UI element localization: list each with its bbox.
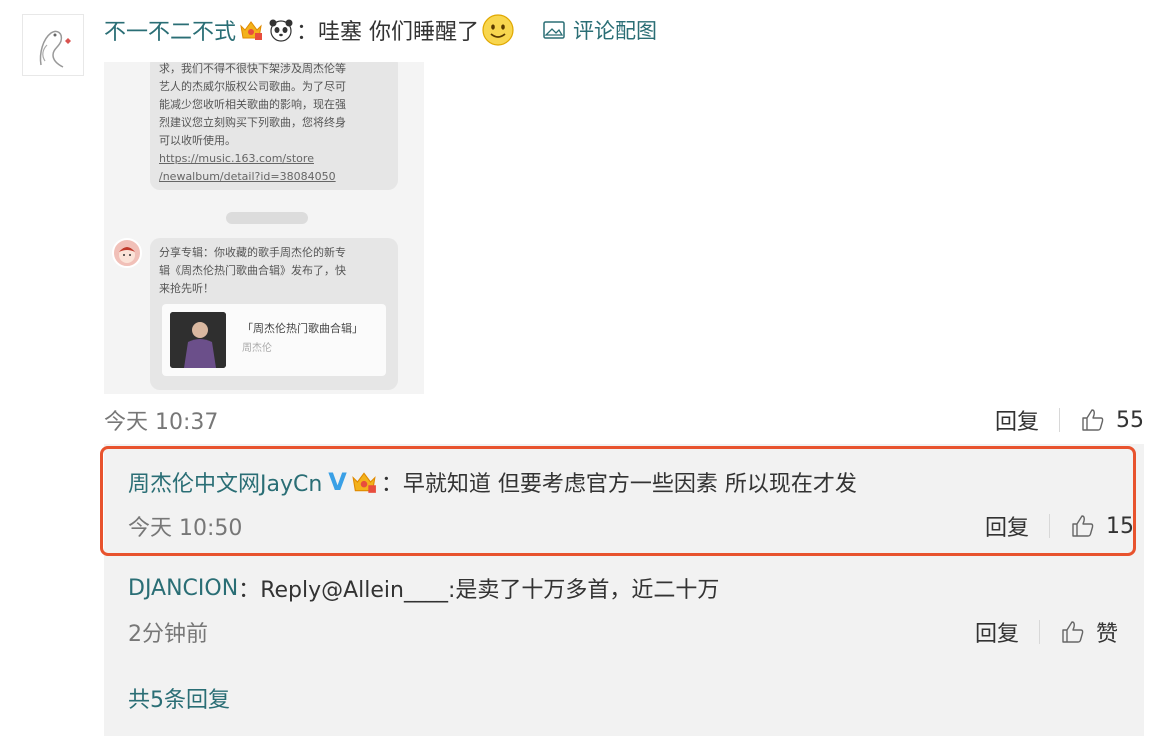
notice-link: https://music.163.com/store bbox=[159, 152, 314, 165]
share-line: 辑《周杰伦热门歌曲合辑》发布了，快 bbox=[159, 264, 346, 277]
album-artist: 周杰伦 bbox=[242, 343, 272, 354]
reply-button[interactable]: 回复 bbox=[975, 616, 1019, 648]
like-button[interactable]: 赞 bbox=[1060, 616, 1118, 648]
reply-actions: 回复 赞 bbox=[975, 616, 1118, 648]
crown-badge-icon bbox=[238, 18, 264, 42]
panda-emoji-icon bbox=[268, 18, 294, 42]
share-line: 来抢先听！ bbox=[159, 282, 214, 295]
reply-text: Reply@Allein____:是卖了十万多首，近二十万 bbox=[260, 578, 720, 603]
comment-separator: ： bbox=[296, 20, 319, 45]
album-title: 「周杰伦热门歌曲合辑」 bbox=[242, 322, 363, 335]
like-button[interactable]: 55 bbox=[1080, 407, 1144, 433]
reply-username[interactable]: DJANCION bbox=[128, 576, 238, 601]
more-replies-link[interactable]: 共5条回复 bbox=[128, 682, 230, 714]
user-avatar[interactable] bbox=[22, 14, 84, 76]
divider bbox=[1038, 620, 1040, 644]
message-bubble-share: 分享专辑：你收藏的歌手周杰伦的新专 辑《周杰伦热门歌曲合辑》发布了，快 来抢先听… bbox=[150, 238, 398, 390]
comment-actions: 回复 55 bbox=[995, 404, 1144, 436]
sender-avatar bbox=[112, 238, 142, 268]
album-cover bbox=[170, 312, 226, 368]
notice-line: 可以收听使用。 bbox=[159, 134, 236, 147]
notice-line: 烈建议您立刻购买下列歌曲，您将终身 bbox=[159, 116, 346, 129]
reply-item: DJANCION ： Reply@Allein____:是卖了十万多首，近二十万 bbox=[128, 572, 719, 604]
comment-text: 哇塞 你们睡醒了 bbox=[318, 20, 480, 45]
notice-line: 求，我们不得不很快下架涉及周杰伦等 bbox=[159, 62, 346, 75]
comment-image-link[interactable]: 评论配图 bbox=[543, 15, 657, 45]
comment-meta: 今天 10:37 回复 55 bbox=[104, 404, 1144, 436]
comment-time: 今天 10:37 bbox=[104, 410, 219, 435]
divider bbox=[1059, 408, 1060, 432]
reply-button[interactable]: 回复 bbox=[995, 404, 1039, 436]
share-line: 分享专辑：你收藏的歌手周杰伦的新专 bbox=[159, 246, 346, 259]
comment-attached-image[interactable]: 求，我们不得不很快下架涉及周杰伦等 艺人的杰威尔版权公司歌曲。为了尽可 能减少您… bbox=[104, 62, 424, 394]
comment-username[interactable]: 不一不二不式 bbox=[104, 14, 236, 46]
chat-time-pill bbox=[226, 212, 308, 224]
message-bubble-notice: 求，我们不得不很快下架涉及周杰伦等 艺人的杰威尔版权公司歌曲。为了尽可 能减少您… bbox=[150, 62, 398, 190]
smile-emoji-icon bbox=[481, 13, 515, 47]
notice-link: /newalbum/detail?id=38084050 bbox=[159, 170, 336, 183]
like-label: 赞 bbox=[1095, 622, 1118, 647]
like-count: 55 bbox=[1116, 407, 1144, 433]
reply-meta: 2分钟前 回复 赞 bbox=[128, 616, 1118, 648]
notice-line: 能减少您收听相关歌曲的影响，现在强 bbox=[159, 98, 346, 111]
album-card: 「周杰伦热门歌曲合辑」 周杰伦 bbox=[162, 304, 386, 376]
comment-image-link-label[interactable]: 评论配图 bbox=[573, 15, 657, 45]
reply-time: 2分钟前 bbox=[128, 622, 208, 647]
reply-separator: ： bbox=[238, 578, 261, 603]
comment-header: 不一不二不式 ： 哇塞 你们睡醒了 评论配图 bbox=[104, 12, 657, 48]
highlight-box bbox=[100, 446, 1136, 556]
thumbs-up-icon bbox=[1082, 409, 1104, 431]
avatar-doodle bbox=[39, 30, 71, 68]
image-icon bbox=[543, 21, 565, 39]
notice-line: 艺人的杰威尔版权公司歌曲。为了尽可 bbox=[159, 80, 346, 93]
thumbs-up-icon bbox=[1062, 621, 1084, 643]
